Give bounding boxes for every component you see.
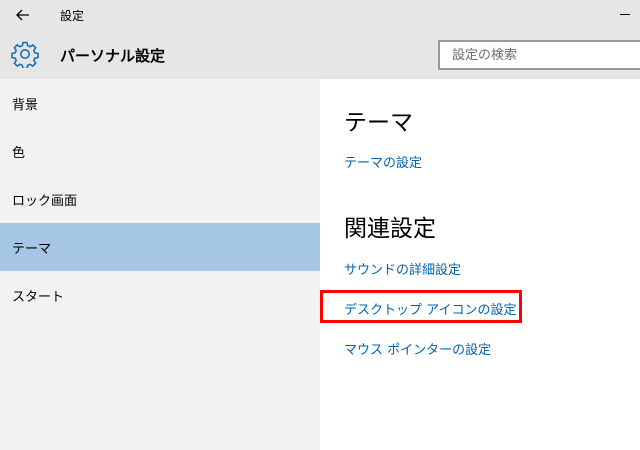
minimize-icon bbox=[620, 14, 630, 15]
mouse-pointer-settings-link[interactable]: マウス ポインターの設定 bbox=[344, 339, 491, 358]
sidebar-item-label: スタート bbox=[12, 289, 65, 305]
window-title: 設定 bbox=[60, 9, 85, 23]
back-arrow-icon bbox=[16, 9, 29, 21]
sidebar-item-label: テーマ bbox=[12, 241, 52, 257]
sound-settings-link[interactable]: サウンドの詳細設定 bbox=[344, 259, 461, 278]
sidebar-item-lock-screen[interactable]: ロック画面 bbox=[0, 175, 320, 223]
minimize-button[interactable] bbox=[606, 0, 640, 30]
search-input[interactable] bbox=[452, 42, 640, 68]
main-content: テーマ テーマの設定 関連設定 サウンドの詳細設定 デスクトップ アイコンの設定… bbox=[320, 79, 640, 450]
gear-icon bbox=[11, 41, 39, 68]
back-button[interactable] bbox=[0, 0, 46, 30]
sidebar-item-color[interactable]: 色 bbox=[0, 127, 320, 175]
theme-settings-link[interactable]: テーマの設定 bbox=[344, 152, 422, 171]
desktop-icon-settings-link[interactable]: デスクトップ アイコンの設定 bbox=[344, 299, 516, 318]
search-box[interactable] bbox=[438, 40, 640, 70]
section-title-related: 関連設定 bbox=[344, 216, 436, 242]
sidebar: 背景 色 ロック画面 テーマ スタート bbox=[0, 79, 320, 450]
sidebar-item-label: ロック画面 bbox=[12, 193, 78, 209]
sidebar-item-background[interactable]: 背景 bbox=[0, 79, 320, 127]
header: パーソナル設定 bbox=[0, 30, 640, 79]
title-bar: 設定 bbox=[0, 0, 640, 30]
sidebar-item-themes[interactable]: テーマ bbox=[0, 223, 320, 271]
section-title-themes: テーマ bbox=[344, 110, 413, 136]
page-title: パーソナル設定 bbox=[60, 47, 166, 65]
sidebar-item-label: 色 bbox=[12, 145, 26, 161]
sidebar-item-start[interactable]: スタート bbox=[0, 271, 320, 319]
sidebar-item-label: 背景 bbox=[12, 97, 39, 113]
